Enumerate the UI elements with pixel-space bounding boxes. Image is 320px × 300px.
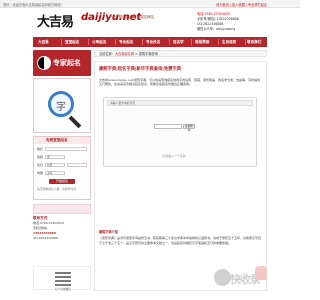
nav-divider [142, 39, 143, 45]
mascot-icon [255, 266, 267, 280]
decorative-pattern [33, 204, 91, 214]
form-label: 性别 [37, 155, 44, 159]
nav-item-zhouyi[interactable]: 周易预测 [195, 37, 209, 47]
divider: | [245, 3, 247, 7]
breadcrumb-home-link[interactable]: 大吉易起名网 [115, 52, 134, 56]
form-title: 免费宝宝起名 [34, 137, 90, 144]
welcome-text: 您好，欢迎光临大吉易经起名网官方网站! [3, 3, 62, 7]
yin-yang-icon [37, 56, 51, 70]
sidebar-contact: 联系方式 电话:0760-23304050 手机(微信): 1362230688… [33, 216, 91, 241]
watermark-logo-icon [214, 269, 231, 286]
main-content: 当前位置：大吉易起名网 > 康熙字典查询 康熙字典|起名字典|新华字典查询|免费… [94, 50, 267, 291]
set-homepage-link[interactable]: 设为首页 [216, 3, 229, 7]
dictionary-search-panel: 请输入要查询的汉字： 立即查询 (只能输入一个汉字) [103, 97, 257, 167]
article-card: 康熙字典|起名字典|新华字典查询|免费字典 大吉易(www.daijiyu.ne… [94, 61, 267, 291]
search-button[interactable]: 立即查询 [183, 124, 195, 132]
expert-naming-label: 专家起名 [53, 59, 81, 67]
nav-item-home[interactable]: 大吉易 [38, 37, 49, 47]
nav-item-contact[interactable]: 联系我们 [247, 37, 261, 47]
form-label: 生日 [37, 163, 44, 167]
search-label: 请输入要查询的汉字： [107, 100, 253, 106]
qr-caption: 扫一扫加微信 [55, 288, 71, 291]
nav-divider [218, 39, 219, 45]
site-logo-mark[interactable]: 大吉易 [37, 11, 74, 30]
form-row-birthday: 生日 公历 [37, 162, 87, 168]
form-note: 每天限制起名人数，请抓紧时间 [37, 187, 77, 191]
start-naming-button[interactable]: 开始起名 [49, 179, 75, 184]
site-slogan: 专业帮忙起名 专业起名网站 [112, 15, 154, 19]
page-title: 康熙字典|起名字典|新华字典查询|免费字典 [99, 67, 182, 72]
form-row-surname: 姓氏 [37, 146, 87, 152]
header-wechat: 微信公众号：daijiyuwang [197, 27, 236, 31]
nav-divider [191, 39, 192, 45]
calendar-select[interactable]: 公历 [45, 163, 66, 167]
breadcrumb-current: 康熙字典查询 [138, 52, 158, 56]
intro-paragraph: 大吉易(www.daijiyu.net)康熙字典，可以快速查询起名常用字的读音、… [99, 78, 261, 87]
top-links[interactable]: 设为首页 | 加入收藏 | 专业帮忙起名 [216, 2, 267, 7]
naming-help-link[interactable]: 专业帮忙起名 [248, 3, 267, 7]
nav-divider [61, 39, 62, 45]
form-label: 时辰 [37, 171, 44, 175]
qr-code-box: 扫一扫加微信 [33, 266, 91, 291]
main-nav: 大吉易 宝宝起名 公司起名 专业起名 专业改名 姓名学 周易预测 生肖运势 联系… [33, 37, 267, 47]
nav-divider [88, 39, 89, 45]
site-header: 大吉易 daijiyu.net 专业帮忙起名 专业起名网站 电话:0760-23… [0, 8, 300, 34]
nav-divider [115, 39, 116, 45]
search-tip: (只能输入一个汉字) [161, 154, 187, 158]
nav-item-zodiac[interactable]: 生肖运势 [222, 37, 236, 47]
nav-item-expert[interactable]: 专业起名 [119, 37, 133, 47]
nav-item-naming-theory[interactable]: 姓名学 [173, 37, 184, 47]
form-row-gender: 性别 男 [37, 154, 87, 160]
top-bar: 您好，欢迎光临大吉易经起名网官方网站! 设为首页 | 加入收藏 | 专业帮忙起名 [0, 0, 300, 8]
add-favorite-link[interactable]: 加入收藏 [232, 3, 245, 7]
form-label: 姓氏 [37, 147, 44, 151]
dictionary-illustration: 字 [33, 78, 91, 133]
qr-code-icon [55, 270, 71, 286]
hour-select[interactable]: 子时 [45, 171, 66, 175]
character-glyph-icon: 字 [56, 102, 66, 113]
nav-item-baby[interactable]: 宝宝起名 [65, 37, 79, 47]
breadcrumb: 当前位置：大吉易起名网 > 康熙字典查询 [94, 50, 267, 57]
expert-naming-banner[interactable]: 专家起名 [33, 50, 91, 76]
breadcrumb-prefix: 当前位置： [99, 52, 115, 56]
header-contact: 电话:0760-23304050 手机号(微信):13622306888 QQ:… [197, 12, 267, 32]
dictionary-intro-paragraph: 《康熙字典》是清代康熙年间由张玉书、陈廷敬等三十多位学者奉命编撰的汉语辞书，书成… [99, 236, 262, 245]
search-input[interactable] [154, 124, 182, 129]
magnifier-handle [68, 115, 82, 129]
contact-line: QQ:2622306888 [33, 236, 58, 240]
divider: | [229, 3, 231, 7]
nav-divider [169, 39, 170, 45]
nav-item-rename[interactable]: 专业改名 [146, 37, 160, 47]
section-title: 康熙字典介绍 [99, 230, 119, 234]
gender-select[interactable]: 男 [45, 155, 66, 159]
form-row-hour: 时辰 子时 [37, 170, 87, 176]
nav-item-company[interactable]: 公司起名 [92, 37, 106, 47]
free-naming-form: 免费宝宝起名 姓氏 性别 男 生日 公历 时辰 子时 开始起名 每天限制起名人数… [33, 136, 91, 200]
nav-divider [245, 39, 246, 45]
surname-input[interactable] [45, 147, 87, 151]
birthday-input[interactable] [67, 163, 87, 167]
